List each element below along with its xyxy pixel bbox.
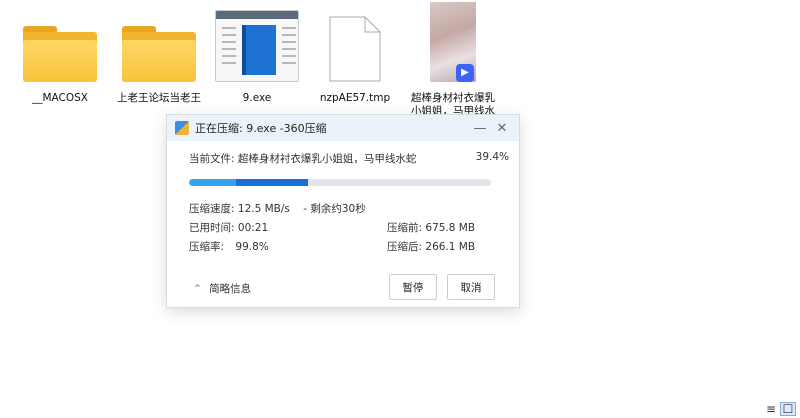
details-toggle-label: 简略信息 <box>209 283 252 295</box>
speed-value: 12.5 MB/s <box>237 203 290 215</box>
details-toggle[interactable]: ⌃ 简略信息 <box>193 281 251 296</box>
size-after-label: 压缩后: <box>387 241 423 253</box>
folder-icon <box>122 26 196 82</box>
progress-percent: 39.4% <box>475 151 509 163</box>
size-after-value: 266.1 MB <box>425 241 476 253</box>
ratio-value: 99.8% <box>235 241 269 253</box>
speed-label: 压缩速度: <box>189 203 235 215</box>
desktop-item-label: __MACOSX <box>31 92 88 104</box>
compression-dialog: 正在压缩: 9.exe -360压缩 — ✕ 当前文件: 超棒身材衬衣爆乳小姐姐… <box>166 114 520 308</box>
desktop-item-tmp-file[interactable]: nzpAE57.tmp <box>313 10 397 105</box>
progress-current-fill <box>236 179 308 186</box>
current-file-label: 当前文件: <box>189 153 235 165</box>
minimize-button[interactable]: — <box>469 115 491 141</box>
progress-bar <box>189 179 491 186</box>
elapsed-label: 已用时间: <box>189 222 235 234</box>
pause-button[interactable]: 暂停 <box>389 274 437 300</box>
360zip-app-icon <box>175 121 189 135</box>
remaining-time: - 剩余约30秒 <box>303 203 366 215</box>
blank-file-icon <box>329 16 381 82</box>
large-icons-view-button[interactable]: ☐ <box>780 402 796 416</box>
desktop-item-laowang-folder[interactable]: 上老王论坛当老王 <box>117 10 201 105</box>
desktop-item-macosx-folder[interactable]: __MACOSX <box>18 10 102 105</box>
progress-completed-fill <box>189 179 236 186</box>
cancel-button[interactable]: 取消 <box>447 274 495 300</box>
dialog-title-bar[interactable]: 正在压缩: 9.exe -360压缩 — ✕ <box>167 115 519 141</box>
ratio-label: 压缩率: <box>189 241 225 253</box>
current-file-name: 超棒身材衬衣爆乳小姐姐，马甲线水蛇 <box>237 153 417 165</box>
video-thumbnail: ▶ <box>430 2 476 82</box>
desktop-item-label: 9.exe <box>242 92 272 104</box>
desktop-item-video[interactable]: ▶ 超棒身材衬衣爆乳小姐姐，马甲线水蛇 <box>411 2 495 118</box>
size-before-label: 压缩前: <box>387 222 423 234</box>
video-player-icon: ▶ <box>456 64 474 82</box>
dialog-title: 正在压缩: 9.exe -360压缩 <box>195 122 327 135</box>
desktop-item-9-exe[interactable]: 9.exe <box>215 10 299 105</box>
executable-icon <box>215 10 299 82</box>
folder-icon <box>23 26 97 82</box>
desktop-item-label: nzpAE57.tmp <box>319 92 391 104</box>
size-before-value: 675.8 MB <box>425 222 476 234</box>
desktop-item-label: 上老王论坛当老王 <box>117 92 201 104</box>
chevron-up-icon: ⌃ <box>193 283 202 295</box>
elapsed-value: 00:21 <box>237 222 269 234</box>
details-view-button[interactable]: ≡ <box>763 402 779 416</box>
close-button[interactable]: ✕ <box>491 115 513 141</box>
